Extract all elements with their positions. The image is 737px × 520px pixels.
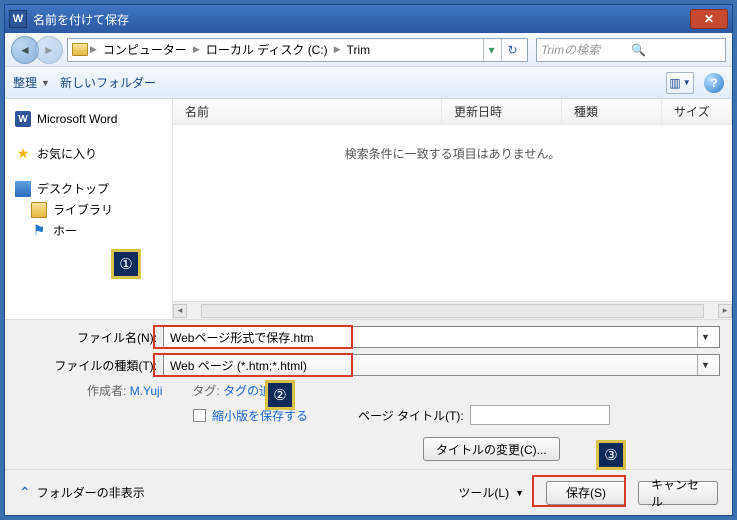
sidebar-item-word[interactable]: W Microsoft Word xyxy=(9,109,168,129)
scroll-left-icon[interactable]: ◂ xyxy=(173,304,187,318)
title-bar: W 名前を付けて保存 ✕ xyxy=(5,5,732,33)
refresh-button[interactable]: ↻ xyxy=(501,39,523,61)
path-seg-computer[interactable]: コンピューター xyxy=(99,41,191,58)
tools-menu[interactable]: ツール(L)▼ xyxy=(458,484,524,501)
col-type[interactable]: 種類 xyxy=(562,99,662,124)
save-button[interactable]: 保存(S) xyxy=(546,481,626,505)
word-icon: W xyxy=(15,111,31,127)
page-title-label: ページ タイトル(T): xyxy=(358,407,464,424)
chevron-down-icon[interactable]: ▼ xyxy=(697,355,713,375)
search-placeholder: Trimの検索 xyxy=(541,41,631,58)
h-scrollbar[interactable]: ◂ ▸ xyxy=(173,301,732,319)
scroll-right-icon[interactable]: ▸ xyxy=(718,304,732,318)
breadcrumb[interactable]: ▶ コンピューター ▶ ローカル ディスク (C:) ▶ Trim ▾ ↻ xyxy=(67,38,528,62)
close-button[interactable]: ✕ xyxy=(690,9,728,29)
file-pane: 名前 更新日時 種類 サイズ 検索条件に一致する項目はありません。 ◂ ▸ xyxy=(173,99,732,319)
author-value[interactable]: M.Yuji xyxy=(130,384,163,398)
organize-menu[interactable]: 整理▼ xyxy=(13,74,50,91)
nav-bar: ◄ ► ▶ コンピューター ▶ ローカル ディスク (C:) ▶ Trim ▾ … xyxy=(5,33,732,67)
sidebar-item-favorites[interactable]: ★ お気に入り xyxy=(9,143,168,164)
filename-input[interactable]: Webページ形式で保存.htm ▼ xyxy=(163,326,720,348)
filetype-label: ファイルの種類(T): xyxy=(17,357,157,374)
chevron-right-icon: ▶ xyxy=(193,44,200,55)
app-icon: W xyxy=(9,10,27,28)
sidebar: W Microsoft Word ★ お気に入り デスクトップ ライブラリ ⚑ … xyxy=(5,99,173,319)
annotation-2: ② xyxy=(265,380,295,410)
annotation-3: ③ xyxy=(596,440,626,470)
new-folder-button[interactable]: 新しいフォルダー xyxy=(60,74,156,91)
sidebar-item-libraries[interactable]: ライブラリ xyxy=(9,199,168,220)
star-icon: ★ xyxy=(15,146,31,162)
filetype-select[interactable]: Web ページ (*.htm;*.html) ▼ xyxy=(163,354,720,376)
help-button[interactable]: ? xyxy=(704,73,724,93)
filename-label: ファイル名(N): xyxy=(17,329,157,346)
author-label: 作成者: xyxy=(87,384,126,398)
window-title: 名前を付けて保存 xyxy=(33,11,690,28)
cancel-button[interactable]: キャンセル xyxy=(638,481,718,505)
view-options-button[interactable]: ▥ ▼ xyxy=(666,72,694,94)
hide-folders-toggle[interactable]: ⌃ フォルダーの非表示 xyxy=(19,484,145,501)
folder-icon xyxy=(72,43,88,56)
save-as-dialog: W 名前を付けて保存 ✕ ◄ ► ▶ コンピューター ▶ ローカル ディスク (… xyxy=(4,4,733,516)
search-input[interactable]: Trimの検索 🔍 xyxy=(536,38,726,62)
empty-message: 検索条件に一致する項目はありません。 xyxy=(173,125,732,301)
annotation-1: ① xyxy=(111,249,141,279)
toolbar: 整理▼ 新しいフォルダー ▥ ▼ ? xyxy=(5,67,732,99)
chevron-right-icon: ▶ xyxy=(334,44,341,55)
page-title-input[interactable] xyxy=(470,405,610,425)
nav-forward-button[interactable]: ► xyxy=(35,36,63,64)
desktop-icon xyxy=(15,181,31,197)
footer: ⌃ フォルダーの非表示 ツール(L)▼ 保存(S) キャンセル ③ xyxy=(5,469,732,515)
sidebar-item-homegroup[interactable]: ⚑ ホー xyxy=(9,220,168,241)
path-seg-folder[interactable]: Trim xyxy=(343,43,375,57)
tag-label: タグ: xyxy=(192,384,219,398)
change-title-button[interactable]: タイトルの変更(C)... xyxy=(423,437,560,461)
chevron-up-icon: ⌃ xyxy=(19,484,31,501)
thumbnail-checkbox[interactable] xyxy=(193,409,206,422)
chevron-right-icon: ▶ xyxy=(90,44,97,55)
chevron-down-icon[interactable]: ▼ xyxy=(697,327,713,347)
sidebar-item-desktop[interactable]: デスクトップ xyxy=(9,178,168,199)
homegroup-icon: ⚑ xyxy=(31,223,47,239)
library-icon xyxy=(31,202,47,218)
col-name[interactable]: 名前 xyxy=(173,99,442,124)
col-date[interactable]: 更新日時 xyxy=(442,99,562,124)
path-seg-drive[interactable]: ローカル ディスク (C:) xyxy=(202,41,332,58)
col-size[interactable]: サイズ xyxy=(662,99,732,124)
column-headers: 名前 更新日時 種類 サイズ xyxy=(173,99,732,125)
search-icon: 🔍 xyxy=(631,43,721,57)
history-dropdown[interactable]: ▾ xyxy=(483,39,499,61)
